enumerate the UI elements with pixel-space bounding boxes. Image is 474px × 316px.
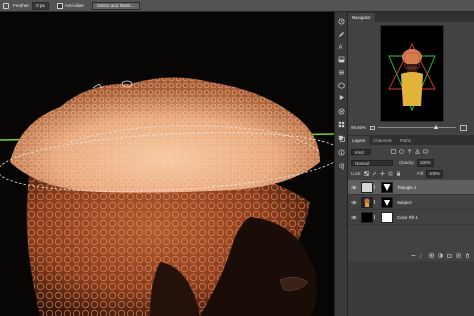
brush-presets-icon[interactable] — [338, 30, 345, 37]
libraries-icon[interactable] — [338, 108, 345, 115]
layer-thumbnail — [361, 211, 373, 223]
subject-thumb-shape — [364, 197, 370, 207]
smart-object-filter-icon[interactable] — [423, 149, 428, 154]
add-mask-icon[interactable] — [429, 253, 434, 258]
feather-label: Feather: — [13, 3, 31, 8]
layer-row-subject[interactable]: Subject — [348, 195, 474, 210]
info-icon[interactable] — [338, 149, 345, 156]
visibility-eye-icon[interactable] — [350, 183, 358, 191]
visibility-eye-icon[interactable] — [350, 213, 358, 221]
options-bar: Feather: 0 px Anti-alias Select and Mask… — [0, 0, 474, 12]
lock-pixels-icon[interactable] — [372, 171, 377, 176]
layer-name: Color Fill 1 — [397, 214, 418, 220]
visibility-eye-icon[interactable] — [350, 198, 358, 206]
lock-all-icon[interactable] — [396, 171, 401, 176]
navigator-zoom-bar: 99.66% — [348, 123, 474, 132]
photoshop-window: Feather: 0 px Anti-alias Select and Mask… — [0, 0, 474, 316]
lock-label: Lock: — [351, 171, 362, 176]
layer-thumbnail — [361, 181, 373, 193]
link-chain-icon — [374, 185, 377, 189]
color-icon[interactable] — [338, 135, 345, 142]
canvas-artwork — [0, 12, 334, 316]
new-layer-icon[interactable] — [456, 253, 461, 258]
lock-row: Lock: Fill: 100% — [348, 169, 474, 178]
navigator-thumbnail — [381, 26, 443, 121]
anti-alias-checkbox[interactable]: Anti-alias — [56, 2, 84, 9]
mask-shape — [383, 183, 391, 191]
zoom-slider[interactable] — [378, 125, 456, 129]
tab-navigator[interactable]: Navigator — [348, 13, 375, 22]
navigator-preview[interactable] — [380, 25, 444, 122]
svg-text:A: A — [339, 45, 343, 50]
fill-label: Fill: — [417, 171, 424, 176]
zoom-slider-thumb[interactable] — [434, 125, 438, 129]
anti-alias-label: Anti-alias — [64, 3, 84, 8]
layer-row-color-fill[interactable]: Color Fill 1 — [348, 210, 474, 225]
layer-mask-thumbnail — [381, 196, 393, 208]
layer-name: Triangle 1 — [397, 184, 417, 190]
shape-filter-icon[interactable] — [415, 149, 420, 154]
svg-text:f: f — [420, 253, 422, 258]
opacity-label: Opacity: — [399, 160, 415, 165]
panel-icon-strip: A — [334, 12, 348, 316]
right-panel-dock: Navigator 99.66% Layers Channels Paths K… — [348, 12, 474, 316]
zoom-in-icon[interactable] — [460, 124, 467, 131]
delete-layer-icon[interactable] — [465, 252, 470, 258]
new-group-icon[interactable] — [447, 253, 452, 258]
filter-kind-select[interactable]: Kind — [351, 148, 371, 155]
checkbox-icon — [56, 2, 63, 9]
character-icon[interactable]: A — [338, 43, 345, 50]
fill-input[interactable]: 100% — [425, 169, 443, 178]
layer-mask-thumbnail — [381, 181, 393, 193]
select-and-mask-button[interactable]: Select and Mask... — [91, 1, 140, 10]
link-layers-icon[interactable] — [411, 253, 416, 258]
navigator-panel-tabs: Navigator — [348, 12, 474, 22]
layer-row-triangle[interactable]: Triangle 1 — [348, 180, 474, 195]
properties-icon[interactable] — [338, 69, 345, 76]
layers-bottom-bar: f — [348, 250, 474, 260]
type-filter-icon[interactable] — [407, 149, 412, 154]
tab-layers[interactable]: Layers — [348, 136, 370, 145]
feather-input[interactable]: 0 px — [32, 1, 49, 10]
lock-artboard-icon[interactable] — [388, 171, 393, 176]
lock-position-icon[interactable] — [380, 171, 385, 176]
opacity-input[interactable]: 100% — [416, 158, 434, 167]
layer-mask-thumbnail — [381, 211, 393, 223]
zoom-out-icon[interactable] — [370, 125, 375, 130]
blend-mode-select[interactable]: Normal — [351, 159, 393, 166]
tab-channels[interactable]: Channels — [369, 136, 396, 145]
3d-icon[interactable] — [338, 82, 345, 89]
lock-transparent-icon[interactable] — [364, 171, 370, 176]
swatches-icon[interactable] — [338, 121, 345, 128]
adjustment-filter-icon[interactable] — [399, 149, 404, 154]
empty-panel-area — [348, 261, 474, 316]
zoom-field[interactable]: 99.66% — [351, 125, 370, 130]
document-canvas[interactable] — [0, 12, 334, 316]
layer-filter-row: Kind — [348, 147, 474, 156]
lasso-tool-icon[interactable] — [3, 2, 9, 9]
mask-shape — [384, 199, 390, 206]
layer-name: Subject — [397, 199, 412, 205]
play-icon[interactable] — [338, 94, 345, 101]
adjustments-icon[interactable] — [338, 56, 345, 63]
link-chain-icon — [374, 215, 377, 219]
layers-panel-tabs: Layers Channels Paths — [348, 135, 474, 145]
layer-thumbnail — [361, 196, 373, 208]
layer-style-icon[interactable]: f — [420, 253, 425, 258]
history-icon[interactable] — [338, 18, 345, 25]
blend-mode-row: Normal Opacity: 100% — [348, 158, 474, 167]
tab-paths[interactable]: Paths — [396, 136, 415, 145]
paragraph-icon[interactable] — [338, 163, 345, 170]
pixel-filter-icon[interactable] — [391, 149, 396, 154]
adjustment-layer-icon[interactable] — [438, 252, 443, 258]
link-chain-icon — [374, 200, 377, 204]
